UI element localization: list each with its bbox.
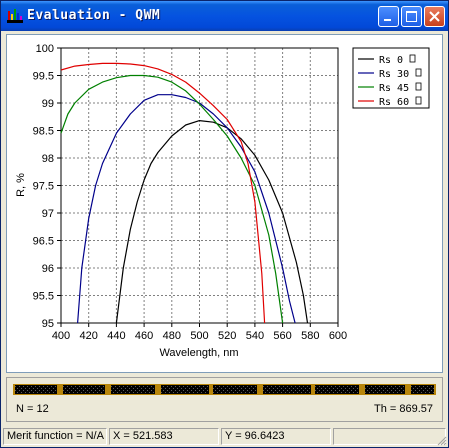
x-tick-label: 400 [52, 330, 70, 342]
thickness-value: Th = 869.57 [373, 403, 433, 415]
x-axis-label: Wavelength, nm [159, 347, 238, 359]
progress-panel: N = 12 Th = 869.57 [6, 377, 443, 422]
plot-grid [61, 48, 338, 323]
stripe-block [365, 385, 405, 394]
stripe-block [15, 385, 57, 394]
resize-grip-icon[interactable] [435, 434, 447, 446]
x-tick-label: 560 [273, 330, 291, 342]
y-tick-label: 97 [42, 208, 54, 220]
bar-chart-app-icon [7, 9, 23, 23]
y-tick-label: 98 [42, 153, 54, 165]
y-tick-label: 95 [42, 318, 54, 330]
y-tick-label: 99.5 [33, 71, 54, 83]
x-tick-label: 460 [135, 330, 153, 342]
y-tick-label: 98.5 [33, 126, 54, 138]
window-title: Evaluation - QWM [27, 8, 161, 23]
y-tick-label: 97.5 [33, 181, 54, 193]
x-tick-label: 500 [190, 330, 208, 342]
title-bar[interactable]: Evaluation - QWM [1, 1, 448, 31]
x-tick-label: 520 [218, 330, 236, 342]
legend-label: Rs 60 [379, 97, 409, 108]
x-tick-label: 480 [163, 330, 181, 342]
y-coordinate-status: Y = 96.6423 [221, 428, 331, 445]
maximize-icon [406, 11, 417, 22]
curves [60, 62, 309, 324]
x-tick-label: 420 [80, 330, 98, 342]
x-tick-label: 600 [329, 330, 347, 342]
progress-stripe [13, 384, 436, 395]
y-tick-label: 99 [42, 98, 54, 110]
reflectance-chart[interactable]: 400 420 440 460 480 500 520 540 560 580 600 95 95.5… [7, 35, 442, 372]
y-axis-label: R, % [15, 173, 27, 197]
y-tick-label: 100 [36, 43, 54, 55]
evaluation-window: Evaluation - QWM 400 420 440 460 480 500 520 54… [0, 0, 449, 448]
minimize-icon [384, 19, 391, 21]
stripe-block [213, 385, 257, 394]
close-button[interactable] [424, 6, 445, 27]
y-tick-label: 95.5 [33, 291, 54, 303]
stripe-block [411, 385, 434, 394]
x-axis-ticks: 400 420 440 460 480 500 520 540 560 580 600 [52, 323, 347, 342]
x-coordinate-status: X = 521.583 [109, 428, 219, 445]
y-tick-label: 96 [42, 263, 54, 275]
legend-label: Rs 30 [379, 69, 409, 80]
legend: Rs 0 Rs 30 Rs 45 Rs 60 [352, 47, 430, 109]
close-icon [429, 11, 440, 22]
series-line [60, 62, 266, 324]
empty-status-cell [333, 428, 446, 445]
stripe-block [111, 385, 155, 394]
x-tick-label: 540 [246, 330, 264, 342]
plot-panel[interactable]: 400 420 440 460 480 500 520 540 560 580 600 95 95.5… [6, 34, 443, 373]
stripe-block [161, 385, 209, 394]
x-tick-label: 580 [301, 330, 319, 342]
iteration-count: N = 12 [16, 403, 49, 415]
merit-function-status: Merit function = N/A [3, 428, 107, 445]
y-axis-ticks: 95 95.5 96 96.5 97 97.5 98 98.5 99 99.5 100 [33, 43, 61, 330]
stripe-block [315, 385, 359, 394]
status-bar: Merit function = N/A X = 521.583 Y = 96.… [1, 426, 448, 447]
legend-label: Rs 0 [379, 55, 403, 66]
x-tick-label: 440 [107, 330, 125, 342]
stripe-block [63, 385, 105, 394]
maximize-button[interactable] [401, 6, 422, 27]
minimize-button[interactable] [378, 6, 399, 27]
stripe-block [263, 385, 311, 394]
y-tick-label: 96.5 [33, 236, 54, 248]
legend-label: Rs 45 [379, 83, 409, 94]
